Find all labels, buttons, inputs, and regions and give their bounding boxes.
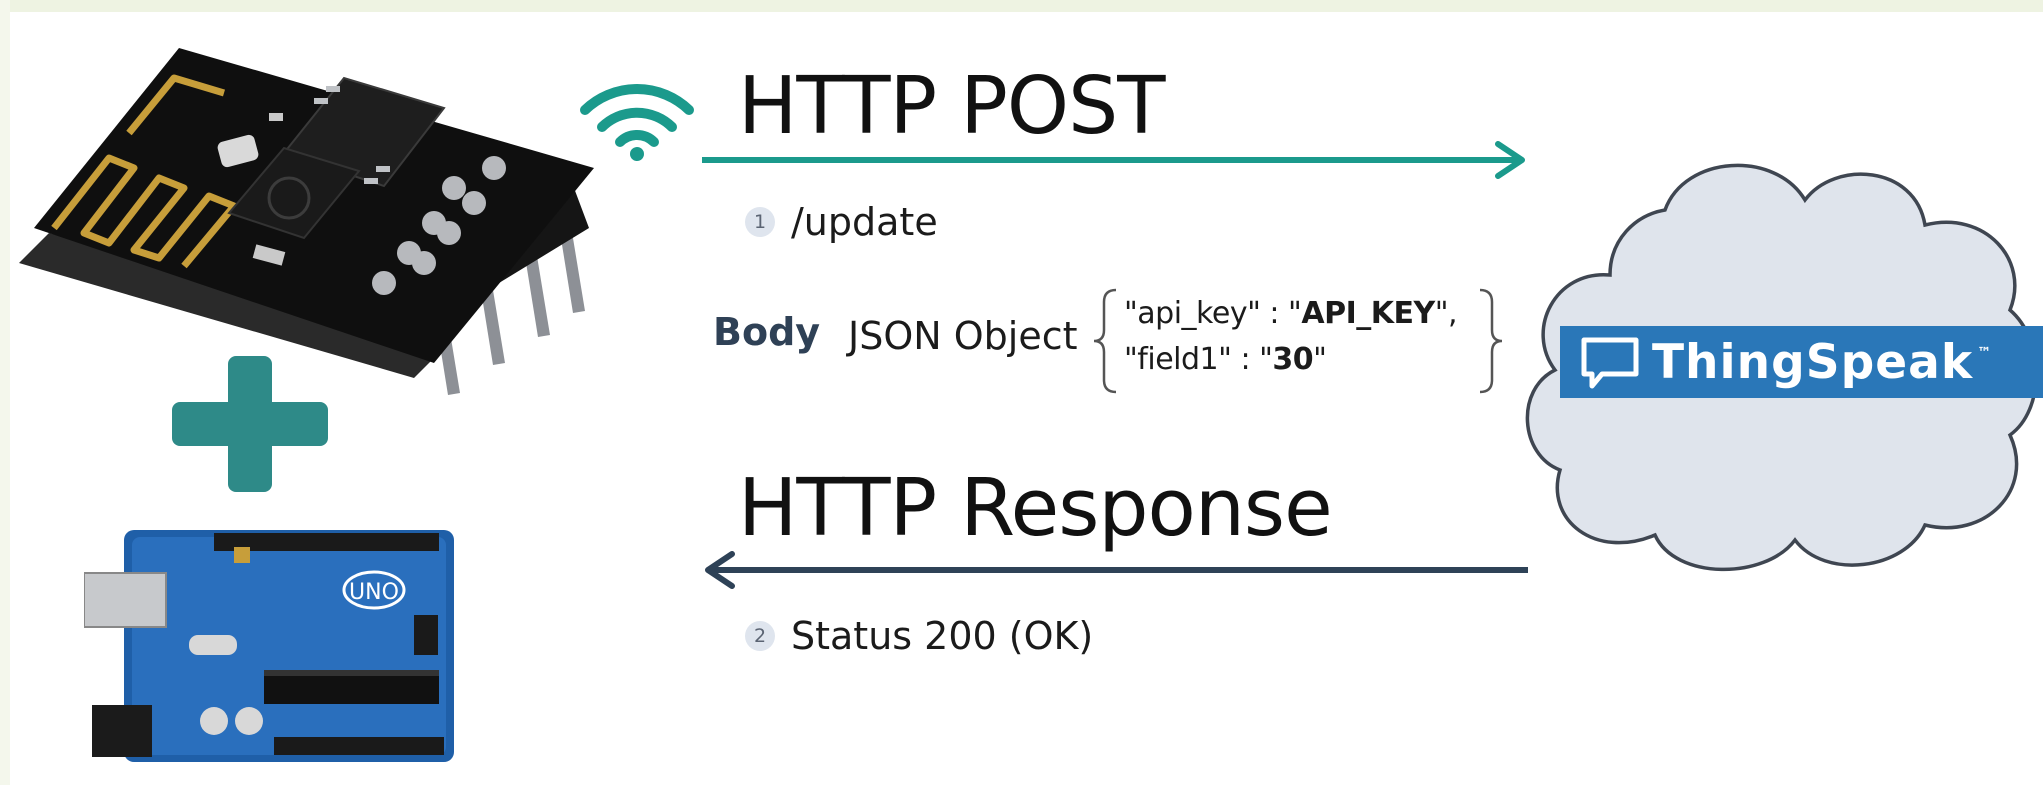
esp8266-module-image [14, 38, 594, 398]
step-number-badge: 2 [745, 621, 775, 651]
uno-logo-text: UNO [349, 580, 399, 605]
wifi-icon [580, 72, 694, 162]
speech-bubble-icon [1581, 337, 1639, 389]
step-status: 2 Status 200 (OK) [745, 614, 1093, 658]
top-border [0, 0, 2043, 12]
thingspeak-brand-text: ThingSpeak [1652, 334, 1974, 390]
status-label: Status 200 (OK) [791, 614, 1094, 658]
endpoint-label: /update [791, 200, 938, 244]
arduino-uno-board-image: UNO [84, 525, 464, 765]
right-brace [1476, 288, 1506, 394]
field1-value: 30 [1272, 342, 1314, 377]
api-key-value: API_KEY [1301, 296, 1435, 331]
json-line-field1: "field1" : "30" [1124, 342, 1327, 377]
step-number-badge: 1 [745, 207, 775, 237]
body-type-label: JSON Object [848, 314, 1078, 358]
response-arrow [700, 550, 1532, 590]
trademark-symbol: ™ [1977, 345, 1992, 361]
json-line-api-key: "api_key" : "API_KEY", [1124, 296, 1458, 331]
body-label: Body [713, 310, 821, 354]
left-border [0, 0, 10, 785]
thingspeak-logo: ThingSpeak ™ [1560, 326, 2043, 398]
step-update: 1 /update [745, 200, 938, 244]
plus-icon [172, 356, 328, 492]
http-post-title: HTTP POST [738, 60, 1166, 152]
diagram-canvas: UNO HTTP POST 1 /update Body JSON Object… [0, 0, 2043, 785]
left-brace [1090, 288, 1120, 394]
http-response-title: HTTP Response [738, 462, 1333, 554]
post-arrow [700, 140, 1530, 180]
